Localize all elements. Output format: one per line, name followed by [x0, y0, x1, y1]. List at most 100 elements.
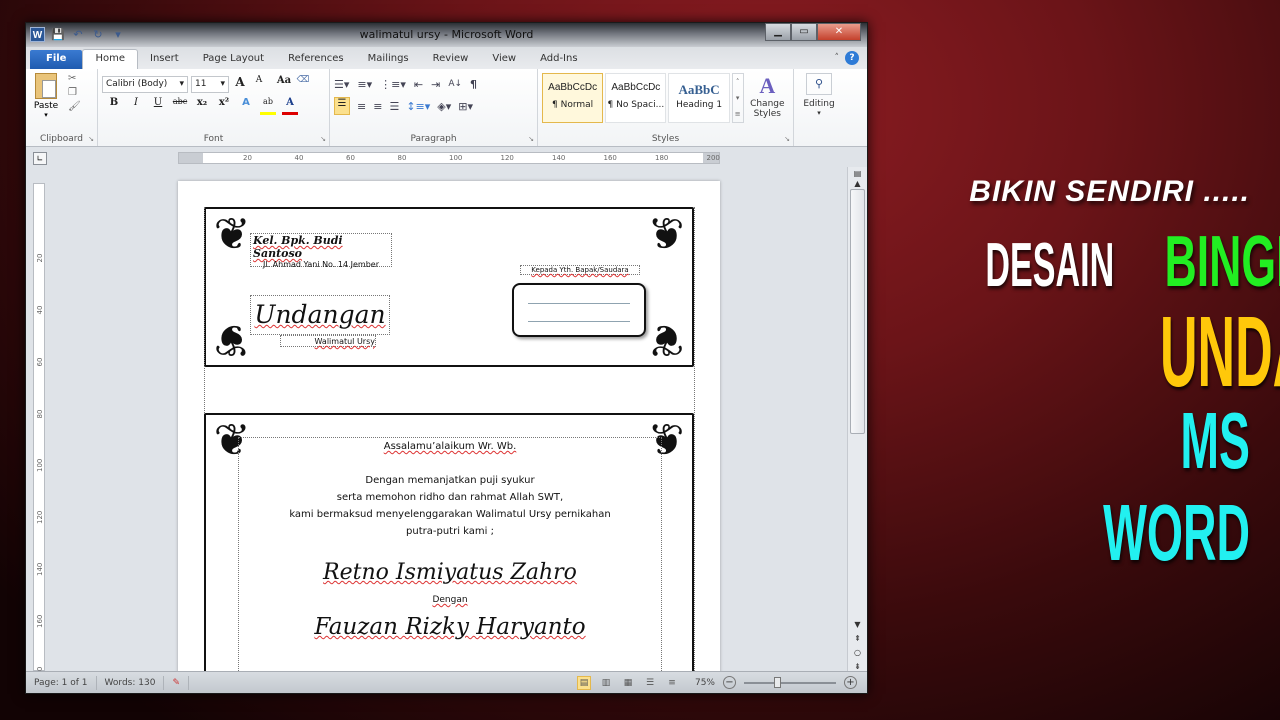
- draft-view-icon[interactable]: ≡: [665, 676, 679, 690]
- promo-title: BIKIN SENDIRI ..... DESAIN BINGKAI UNDAN…: [880, 175, 1280, 577]
- font-launcher-icon[interactable]: ↘: [320, 135, 326, 143]
- text-effects-icon[interactable]: A: [238, 97, 254, 115]
- vertical-scrollbar[interactable]: ▤ ▲ ▼ ⇞ ○ ⇟: [847, 167, 867, 673]
- change-case-button[interactable]: Aa: [276, 75, 292, 93]
- editing-button[interactable]: ⚲ Editing ▾: [798, 73, 840, 117]
- select-browse-object-icon[interactable]: ○: [848, 648, 867, 657]
- word-window: W 💾 ↶ ↻ ▾ walimatul ursy - Microsoft Wor…: [25, 22, 868, 694]
- to-label-textbox[interactable]: Kepada Yth. Bapak/Saudara: [520, 265, 640, 275]
- format-painter-icon[interactable]: 🖌: [68, 101, 81, 112]
- outline-view-icon[interactable]: ☰: [643, 676, 657, 690]
- line-spacing-icon[interactable]: ↕≡▾: [406, 100, 430, 113]
- show-formatting-button[interactable]: ¶: [470, 78, 477, 91]
- underline-button[interactable]: U: [150, 97, 166, 115]
- align-right-icon[interactable]: ≡: [373, 100, 382, 113]
- zoom-out-button[interactable]: −: [723, 676, 736, 689]
- page-count[interactable]: Page: 1 of 1: [26, 675, 97, 690]
- shading-icon[interactable]: ◈▾: [437, 100, 451, 113]
- bold-button[interactable]: B: [106, 97, 122, 115]
- tab-page-layout[interactable]: Page Layout: [191, 50, 276, 69]
- decrease-indent-icon[interactable]: ⇤: [414, 78, 423, 91]
- zoom-slider-knob[interactable]: [774, 676, 782, 688]
- clipboard-label: Clipboard: [40, 134, 83, 144]
- styles-launcher-icon[interactable]: ↘: [784, 135, 790, 143]
- align-left-button[interactable]: ☰: [334, 97, 350, 115]
- borders-icon[interactable]: ⊞▾: [458, 100, 473, 113]
- help-icon[interactable]: ?: [845, 51, 859, 65]
- minimize-button[interactable]: ▁: [765, 23, 791, 41]
- promo-ms-word: MS WORD: [1103, 396, 1250, 577]
- ruler-tick-label: 60: [346, 154, 355, 162]
- zoom-slider[interactable]: [744, 676, 836, 688]
- tab-insert[interactable]: Insert: [138, 50, 191, 69]
- justify-icon[interactable]: ☰: [389, 100, 399, 113]
- grow-font-button[interactable]: A: [232, 75, 248, 93]
- style-heading-1[interactable]: AaBbC Heading 1: [668, 73, 730, 123]
- promo-bingkai: BINGKAI: [1164, 222, 1280, 302]
- style-normal[interactable]: AaBbCcDc ¶ Normal: [542, 73, 604, 123]
- bullets-icon[interactable]: ☰▾: [334, 78, 349, 91]
- sort-icon[interactable]: A↓: [448, 79, 462, 89]
- vertical-ruler[interactable]: 20406080100120140160180: [33, 183, 45, 680]
- font-color-icon[interactable]: A: [282, 97, 298, 115]
- clipboard-launcher-icon[interactable]: ↘: [88, 135, 94, 143]
- style-no-spacing[interactable]: AaBbCcDc ¶ No Spaci...: [605, 73, 667, 123]
- multilevel-list-icon[interactable]: ⋮≡▾: [380, 78, 406, 91]
- web-layout-icon[interactable]: ▦: [621, 676, 635, 690]
- ornament-corner-icon: ❦: [647, 209, 685, 260]
- scroll-up-icon[interactable]: ▲: [848, 179, 867, 188]
- ruler-bar: ∟ 20 40 60 80 100 120 140 160 180 200: [26, 148, 867, 166]
- tab-review[interactable]: Review: [421, 50, 481, 69]
- tab-add-ins[interactable]: Add-Ins: [528, 50, 589, 69]
- tab-file[interactable]: File: [30, 50, 83, 69]
- highlight-icon[interactable]: ab: [260, 97, 276, 115]
- scroll-down-icon[interactable]: ▼: [848, 620, 867, 629]
- change-styles-button[interactable]: A Change Styles: [746, 73, 789, 119]
- ruler-tick-label: 120: [36, 510, 44, 524]
- document-page[interactable]: ❦ ❦ ❦ ❦ Kel. Bpk. Budi Santoso Jl. Ahmad…: [178, 181, 720, 673]
- invitation-body[interactable]: Assalamu’alaikum Wr. Wb. Dengan memanjat…: [238, 437, 662, 673]
- zoom-level[interactable]: 75%: [695, 678, 715, 688]
- shrink-font-button[interactable]: A: [251, 75, 267, 93]
- styles-gallery-scroll[interactable]: ˄ ▾ ≡: [731, 73, 744, 123]
- tab-view[interactable]: View: [480, 50, 528, 69]
- cut-icon[interactable]: ✂: [68, 73, 81, 84]
- strikethrough-button[interactable]: abc: [172, 97, 188, 115]
- paste-button[interactable]: Paste ▾: [30, 73, 62, 119]
- view-ruler-icon[interactable]: ▤: [848, 169, 867, 178]
- copy-icon[interactable]: ❐: [68, 87, 81, 98]
- minimize-ribbon-icon[interactable]: ˄: [835, 53, 840, 63]
- heading-textbox[interactable]: Undangan: [250, 295, 390, 335]
- align-center-icon[interactable]: ≡: [357, 100, 366, 113]
- zoom-in-button[interactable]: +: [844, 676, 857, 689]
- subscript-button[interactable]: x₂: [194, 97, 210, 115]
- ruler-tick-label: 140: [552, 154, 566, 162]
- maximize-button[interactable]: ▭: [791, 23, 817, 41]
- proofing-icon[interactable]: ✎: [164, 675, 189, 690]
- word-count[interactable]: Words: 130: [97, 675, 165, 690]
- next-page-icon[interactable]: ⇟: [848, 662, 867, 671]
- window-title: walimatul ursy - Microsoft Word: [359, 28, 534, 41]
- subheading-textbox[interactable]: Walimatul Ursy: [280, 335, 376, 347]
- close-button[interactable]: ✕: [817, 23, 861, 41]
- font-name-select[interactable]: Calibri (Body) ▾: [102, 75, 188, 93]
- paragraph-launcher-icon[interactable]: ↘: [528, 135, 534, 143]
- font-size-select[interactable]: 11 ▾: [191, 75, 229, 93]
- superscript-button[interactable]: x²: [216, 97, 232, 115]
- horizontal-ruler[interactable]: 20 40 60 80 100 120 140 160 180 200: [178, 152, 720, 164]
- numbering-icon[interactable]: ≡▾: [357, 78, 372, 91]
- tab-home[interactable]: Home: [82, 49, 138, 69]
- previous-page-icon[interactable]: ⇞: [848, 634, 867, 643]
- full-screen-reading-icon[interactable]: ▥: [599, 676, 613, 690]
- sender-textbox[interactable]: Kel. Bpk. Budi Santoso Jl. Ahmad Yani No…: [250, 233, 392, 269]
- print-layout-view-icon[interactable]: ▤: [576, 675, 591, 690]
- italic-button[interactable]: I: [128, 97, 144, 115]
- tab-selector-button[interactable]: ∟: [33, 152, 47, 165]
- scroll-thumb[interactable]: [850, 189, 865, 434]
- clear-formatting-icon[interactable]: ⌫: [295, 75, 311, 93]
- tab-references[interactable]: References: [276, 50, 356, 69]
- address-box[interactable]: [512, 283, 646, 337]
- tab-mailings[interactable]: Mailings: [356, 50, 421, 69]
- change-styles-icon: A: [759, 73, 776, 98]
- increase-indent-icon[interactable]: ⇥: [431, 78, 440, 91]
